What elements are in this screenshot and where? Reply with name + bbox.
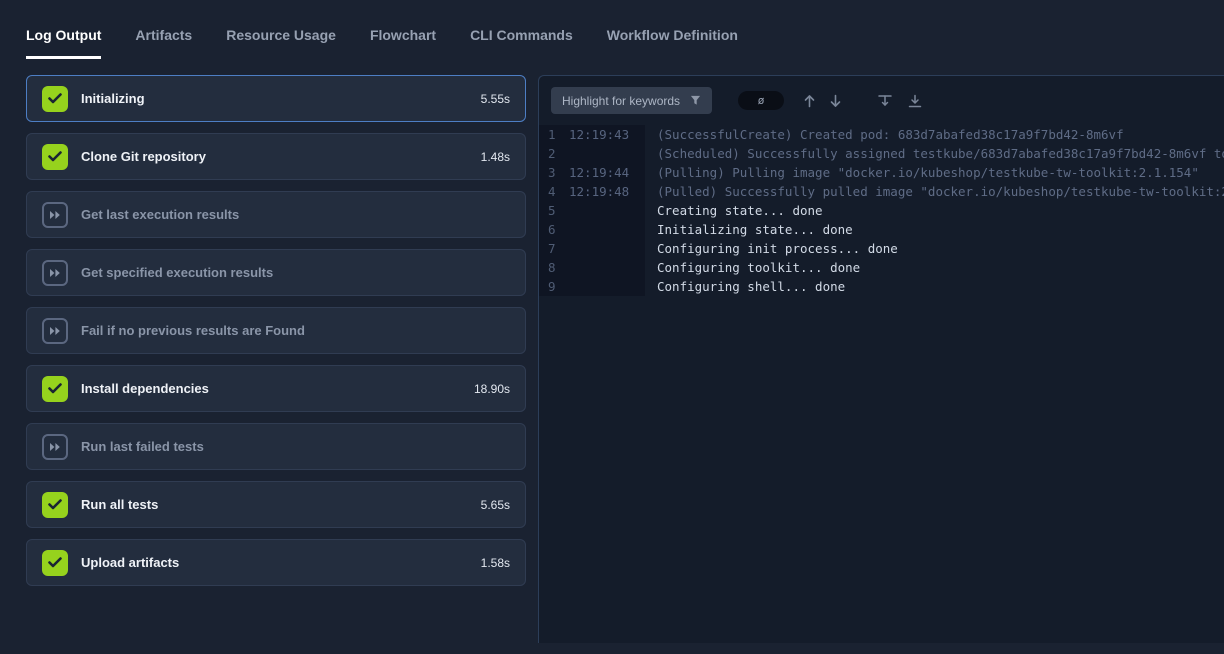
line-number: 6 — [539, 220, 563, 239]
tab-workflow-definition[interactable]: Workflow Definition — [607, 27, 738, 59]
step-duration: 1.48s — [481, 150, 510, 164]
log-output-panel: Highlight for keywords ø 1 12:19:43 — [538, 75, 1224, 643]
step-label: Run last failed tests — [81, 439, 204, 454]
step-label: Clone Git repository — [81, 149, 206, 164]
timestamp: 12:19:43 — [569, 125, 629, 144]
skipped-fast-forward-icon — [42, 434, 68, 460]
success-check-icon — [42, 86, 68, 112]
step-get-last-execution-results[interactable]: Get last execution results — [26, 191, 526, 238]
step-get-specified-execution-results[interactable]: Get specified execution results — [26, 249, 526, 296]
log-line: 1 12:19:43 (SuccessfulCreate) Created pod… — [539, 125, 1224, 144]
timestamp: 12:19:44 — [569, 163, 629, 182]
step-install-dependencies[interactable]: Install dependencies 18.90s — [26, 365, 526, 412]
workflow-execution-page: { "tabs": { "items": [ { "label": "Log O… — [0, 0, 1224, 654]
log-toolbar: Highlight for keywords ø — [539, 76, 1224, 123]
line-number: 5 — [539, 201, 563, 220]
line-number: 9 — [539, 277, 563, 296]
step-fail-if-no-previous-results[interactable]: Fail if no previous results are Found — [26, 307, 526, 354]
step-duration: 5.65s — [481, 498, 510, 512]
filter-icon[interactable] — [874, 90, 896, 112]
step-duration: 1.58s — [481, 556, 510, 570]
line-number: 4 — [539, 182, 563, 201]
step-label: Get specified execution results — [81, 265, 273, 280]
log-line: 9 Configuring shell... done — [539, 277, 1224, 296]
line-number: 2 — [539, 144, 563, 163]
log-text: Initializing state... done — [645, 220, 853, 239]
next-match-arrow-down-icon[interactable] — [824, 90, 846, 112]
step-initializing[interactable]: Initializing 5.55s — [26, 75, 526, 122]
previous-match-arrow-up-icon[interactable] — [798, 90, 820, 112]
step-run-all-tests[interactable]: Run all tests 5.65s — [26, 481, 526, 528]
log-text: Configuring shell... done — [645, 277, 845, 296]
line-number: 3 — [539, 163, 563, 182]
step-label: Upload artifacts — [81, 555, 179, 570]
highlight-keywords-input[interactable]: Highlight for keywords — [551, 87, 712, 114]
log-text: (SuccessfulCreate) Created pod: 683d7aba… — [645, 125, 1124, 144]
log-text: (Scheduled) Successfully assigned testku… — [645, 144, 1224, 163]
log-text: Configuring init process... done — [645, 239, 898, 258]
download-icon[interactable] — [904, 90, 926, 112]
success-check-icon — [42, 144, 68, 170]
tab-log-output[interactable]: Log Output — [26, 27, 101, 59]
skipped-fast-forward-icon — [42, 260, 68, 286]
timestamp: 12:19:48 — [569, 182, 629, 201]
step-duration: 5.55s — [481, 92, 510, 106]
skipped-fast-forward-icon — [42, 202, 68, 228]
log-text: (Pulled) Successfully pulled image "dock… — [645, 182, 1224, 201]
success-check-icon — [42, 492, 68, 518]
success-check-icon — [42, 550, 68, 576]
tab-resource-usage[interactable]: Resource Usage — [226, 27, 336, 59]
log-line: 8 Configuring toolkit... done — [539, 258, 1224, 277]
log-text: Creating state... done — [645, 201, 823, 220]
log-line: 5 Creating state... done — [539, 201, 1224, 220]
log-line: 2 (Scheduled) Successfully assigned test… — [539, 144, 1224, 163]
funnel-icon — [690, 95, 701, 106]
tab-flowchart[interactable]: Flowchart — [370, 27, 436, 59]
line-number: 8 — [539, 258, 563, 277]
step-label: Fail if no previous results are Found — [81, 323, 305, 338]
tab-bar: Log Output Artifacts Resource Usage Flow… — [0, 0, 1224, 59]
step-run-last-failed-tests[interactable]: Run last failed tests — [26, 423, 526, 470]
workflow-steps-list: Initializing 5.55s Clone Git repository … — [26, 75, 526, 643]
step-clone-git-repository[interactable]: Clone Git repository 1.48s — [26, 133, 526, 180]
match-count-badge: ø — [738, 91, 784, 110]
tab-cli-commands[interactable]: CLI Commands — [470, 27, 573, 59]
log-line: 3 12:19:44 (Pulling) Pulling image "docke… — [539, 163, 1224, 182]
log-line: 7 Configuring init process... done — [539, 239, 1224, 258]
log-line: 4 12:19:48 (Pulled) Successfully pulled i… — [539, 182, 1224, 201]
line-number: 1 — [539, 125, 563, 144]
log-lines[interactable]: 1 12:19:43 (SuccessfulCreate) Created pod… — [539, 123, 1224, 643]
step-upload-artifacts[interactable]: Upload artifacts 1.58s — [26, 539, 526, 586]
log-text: (Pulling) Pulling image "docker.io/kubes… — [645, 163, 1199, 182]
success-check-icon — [42, 376, 68, 402]
step-duration: 18.90s — [474, 382, 510, 396]
step-label: Initializing — [81, 91, 145, 106]
log-text: Configuring toolkit... done — [645, 258, 860, 277]
tab-artifacts[interactable]: Artifacts — [135, 27, 192, 59]
step-label: Install dependencies — [81, 381, 209, 396]
step-label: Get last execution results — [81, 207, 239, 222]
step-label: Run all tests — [81, 497, 158, 512]
log-line: 6 Initializing state... done — [539, 220, 1224, 239]
line-number: 7 — [539, 239, 563, 258]
skipped-fast-forward-icon — [42, 318, 68, 344]
main-content: Initializing 5.55s Clone Git repository … — [0, 59, 1224, 643]
highlight-keywords-label: Highlight for keywords — [562, 94, 680, 108]
